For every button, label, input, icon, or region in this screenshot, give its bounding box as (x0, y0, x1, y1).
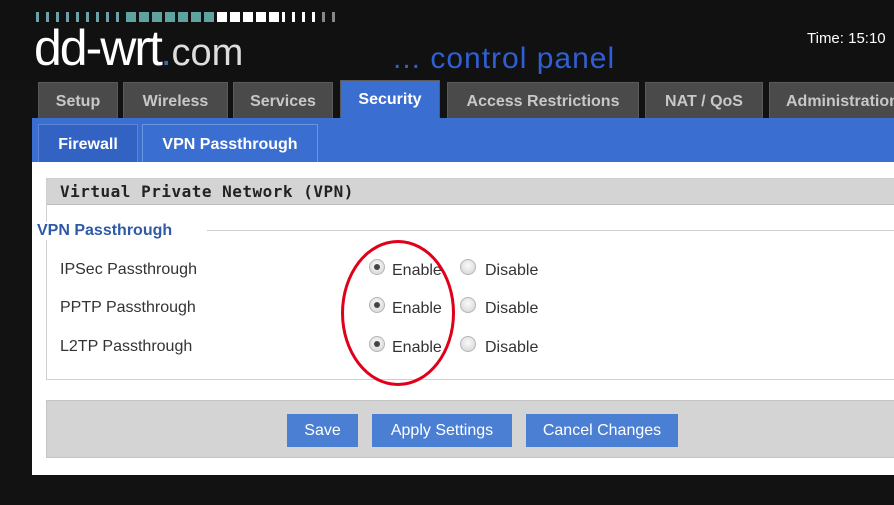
cancel-changes-button[interactable]: Cancel Changes (526, 414, 678, 447)
l2tp-label: L2TP Passthrough (60, 338, 193, 355)
content-panel: Virtual Private Network (VPN) VPN Passth… (32, 162, 894, 475)
logo-bar-segment (322, 12, 325, 22)
main-nav-tabs: Setup Wireless Services Security Access … (0, 80, 894, 118)
save-button[interactable]: Save (287, 414, 358, 447)
tab-security[interactable]: Security (340, 80, 440, 118)
sub-nav-bar: Firewall VPN Passthrough (32, 118, 894, 162)
logo-bar-segment (256, 12, 266, 22)
subtab-firewall[interactable]: Firewall (38, 124, 138, 162)
pptp-label: PPTP Passthrough (60, 299, 196, 316)
logo-dot: . (160, 32, 172, 74)
tab-administration[interactable]: Administration (769, 82, 894, 118)
logo-bar-segment (292, 12, 295, 22)
ipsec-disable-radio[interactable] (460, 259, 476, 275)
ipsec-disable-label[interactable]: Disable (485, 262, 538, 280)
logo-tail-text: com (171, 32, 244, 74)
legend-divider (207, 230, 894, 231)
logo: dd-wrt.com (34, 18, 243, 83)
tab-access-restrictions[interactable]: Access Restrictions (447, 82, 639, 118)
action-bar: Save Apply Settings Cancel Changes (46, 400, 894, 458)
section-title: Virtual Private Network (VPN) (60, 182, 354, 201)
subtab-vpn-passthrough[interactable]: VPN Passthrough (142, 124, 318, 162)
logo-bar-segment (312, 12, 315, 22)
l2tp-row: L2TP Passthrough Enable Disable (60, 335, 880, 359)
logo-main-text: dd-wrt (34, 20, 163, 76)
logo-bar-segment (282, 12, 285, 22)
pptp-disable-label[interactable]: Disable (485, 300, 538, 318)
panel-title: ... control panel (393, 42, 616, 75)
tab-nat-qos[interactable]: NAT / QoS (645, 82, 763, 118)
pptp-disable-radio[interactable] (460, 297, 476, 313)
logo-bar-segment (332, 12, 335, 22)
logo-bar-segment (302, 12, 305, 22)
section-header: Virtual Private Network (VPN) (47, 179, 894, 205)
tab-setup[interactable]: Setup (38, 82, 118, 118)
logo-bar-segment (269, 12, 279, 22)
l2tp-disable-label[interactable]: Disable (485, 339, 538, 357)
highlight-annotation-circle (341, 240, 455, 386)
logo-bar-segment (243, 12, 253, 22)
ipsec-label: IPSec Passthrough (60, 261, 197, 278)
ipsec-row: IPSec Passthrough Enable Disable (60, 258, 880, 282)
tab-services[interactable]: Services (233, 82, 333, 118)
time-display: Time: 15:10 (807, 30, 886, 47)
tab-wireless[interactable]: Wireless (123, 82, 228, 118)
fieldset-legend: VPN Passthrough (37, 222, 181, 240)
header: dd-wrt.com ... control panel Time: 15:10 (0, 0, 894, 80)
apply-settings-button[interactable]: Apply Settings (372, 414, 512, 447)
pptp-row: PPTP Passthrough Enable Disable (60, 296, 880, 320)
l2tp-disable-radio[interactable] (460, 336, 476, 352)
